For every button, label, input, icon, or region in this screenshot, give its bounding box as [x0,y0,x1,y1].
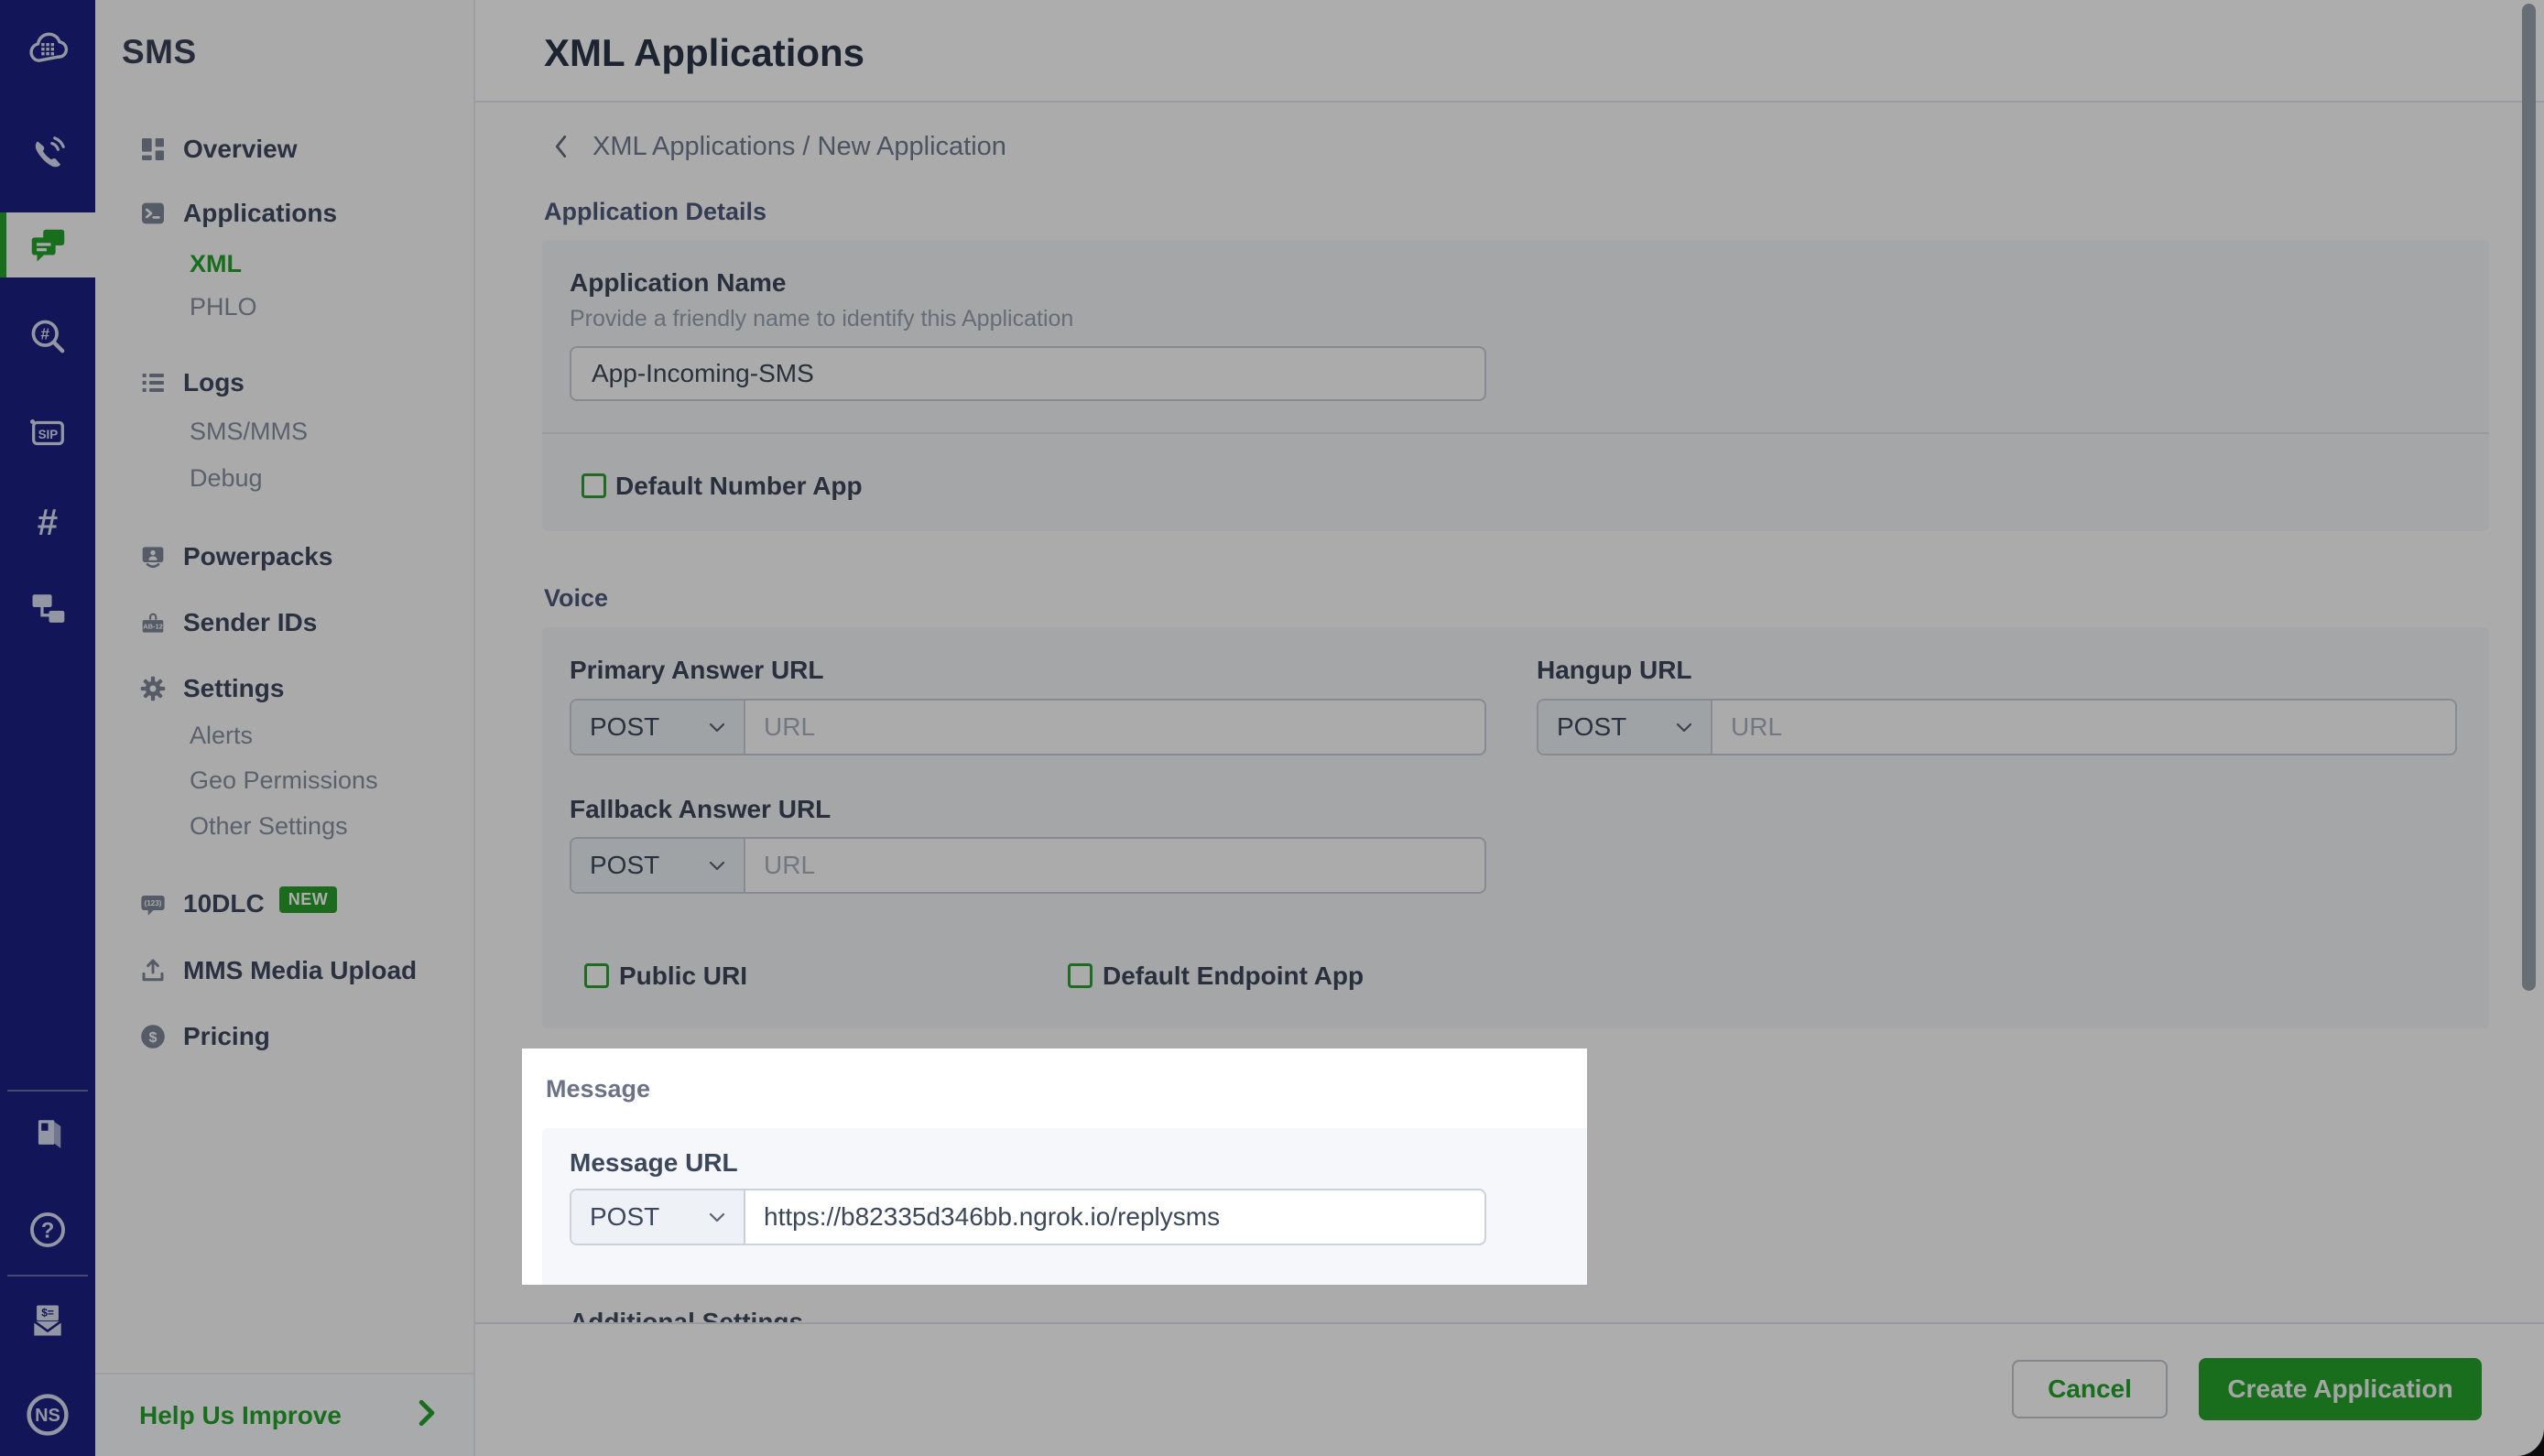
message-panel: Message URL POST [542,1128,1587,1285]
message-section-spotlight: Message Message URL POST [522,1049,1587,1285]
section-heading-message: Message [546,1075,651,1103]
message-url-input[interactable] [745,1190,1484,1244]
message-url-field: POST [570,1189,1486,1245]
message-url-label: Message URL [570,1148,738,1177]
message-method-select[interactable]: POST [571,1190,745,1244]
window-corner [2517,1429,2544,1456]
chevron-down-icon [709,1212,725,1222]
plivo-console-screen: # SIP # ? $= NS SMS Overview Application… [0,0,2544,1456]
